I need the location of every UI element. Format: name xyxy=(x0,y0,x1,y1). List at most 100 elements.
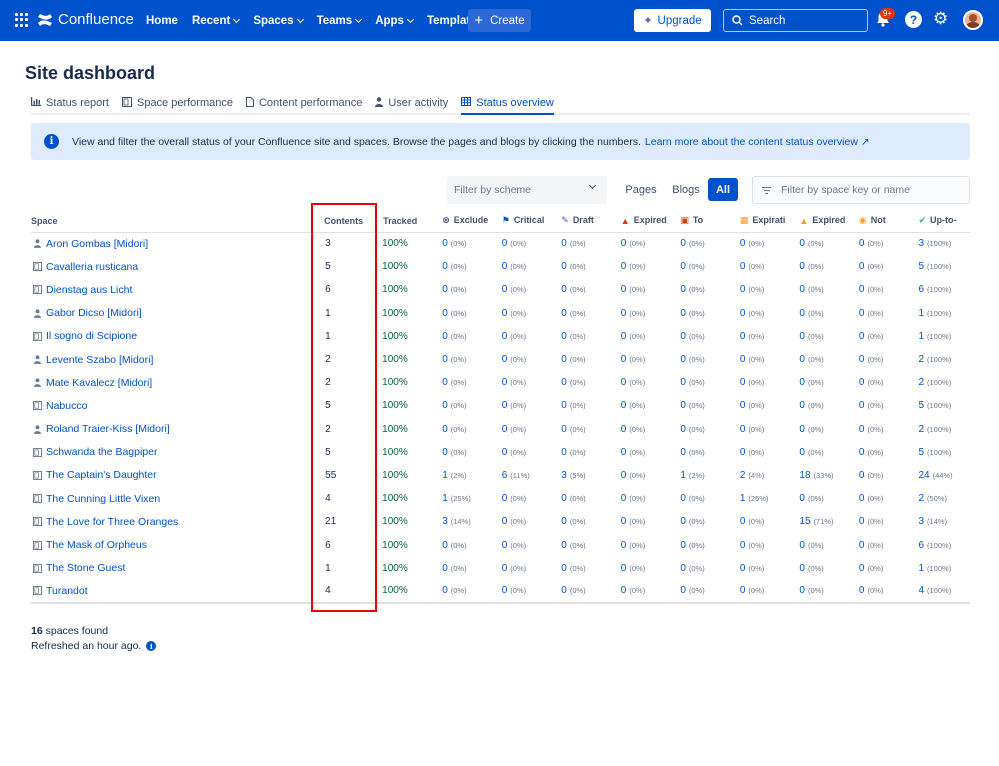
status-count-link[interactable]: 0 xyxy=(859,331,865,342)
status-count-link[interactable]: 2 xyxy=(918,424,924,435)
status-count-link[interactable]: 0 xyxy=(442,308,448,319)
status-count-link[interactable]: 0 xyxy=(859,284,865,295)
space-link[interactable]: Levente Szabo [Midori] xyxy=(46,354,153,366)
status-count-link[interactable]: 0 xyxy=(561,493,567,504)
status-count-link[interactable]: 0 xyxy=(680,540,686,551)
status-count-link[interactable]: 0 xyxy=(740,563,746,574)
status-count-link[interactable]: 0 xyxy=(561,585,567,596)
status-count-link[interactable]: 0 xyxy=(561,331,567,342)
status-count-link[interactable]: 0 xyxy=(442,331,448,342)
status-count-link[interactable]: 6 xyxy=(918,284,924,295)
column-header-status-0[interactable]: ⊗ Exclude xyxy=(442,210,502,233)
status-count-link[interactable]: 0 xyxy=(561,354,567,365)
space-link[interactable]: The Stone Guest xyxy=(46,562,125,574)
status-count-link[interactable]: 3 xyxy=(442,516,448,527)
status-count-link[interactable]: 0 xyxy=(502,377,508,388)
status-count-link[interactable]: 3 xyxy=(918,516,924,527)
status-count-link[interactable]: 0 xyxy=(859,585,865,596)
tab-status-report[interactable]: Status report xyxy=(31,92,109,115)
status-count-link[interactable]: 3 xyxy=(918,238,924,249)
search-input[interactable]: Search xyxy=(723,9,868,32)
status-count-link[interactable]: 0 xyxy=(740,400,746,411)
status-count-link[interactable]: 0 xyxy=(740,308,746,319)
status-count-link[interactable]: 0 xyxy=(621,493,627,504)
status-count-link[interactable]: 0 xyxy=(502,493,508,504)
type-blogs-button[interactable]: Blogs xyxy=(667,178,705,201)
create-button[interactable]: + Create xyxy=(468,9,531,32)
status-count-link[interactable]: 0 xyxy=(561,540,567,551)
status-count-link[interactable]: 0 xyxy=(799,563,805,574)
space-link[interactable]: Mate Kavalecz [Midori] xyxy=(46,377,152,389)
status-count-link[interactable]: 0 xyxy=(502,308,508,319)
status-count-link[interactable]: 0 xyxy=(621,354,627,365)
status-count-link[interactable]: 3 xyxy=(561,470,567,481)
status-count-link[interactable]: 0 xyxy=(799,308,805,319)
status-count-link[interactable]: 0 xyxy=(561,308,567,319)
status-count-link[interactable]: 0 xyxy=(680,284,686,295)
status-count-link[interactable]: 0 xyxy=(621,261,627,272)
column-header-tracked[interactable]: Tracked xyxy=(379,210,443,233)
status-count-link[interactable]: 4 xyxy=(918,585,924,596)
settings-gear-icon[interactable]: ⚙ xyxy=(933,10,948,27)
status-count-link[interactable]: 1 xyxy=(918,331,924,342)
status-count-link[interactable]: 0 xyxy=(561,400,567,411)
space-link[interactable]: Aron Gombas [Midori] xyxy=(46,238,148,250)
status-count-link[interactable]: 0 xyxy=(561,447,567,458)
status-count-link[interactable]: 0 xyxy=(680,400,686,411)
column-header-status-6[interactable]: ▲ Expired xyxy=(799,210,859,233)
filter-by-space-input[interactable]: Filter by space key or name xyxy=(752,176,970,204)
status-count-link[interactable]: 0 xyxy=(442,563,448,574)
status-count-link[interactable]: 0 xyxy=(502,516,508,527)
status-count-link[interactable]: 0 xyxy=(680,424,686,435)
status-count-link[interactable]: 0 xyxy=(502,284,508,295)
status-count-link[interactable]: 0 xyxy=(799,284,805,295)
status-count-link[interactable]: 0 xyxy=(621,331,627,342)
status-count-link[interactable]: 0 xyxy=(859,354,865,365)
space-link[interactable]: Roland Traier-Kiss [Midori] xyxy=(46,423,170,435)
upgrade-button[interactable]: ✦ Upgrade xyxy=(634,9,711,32)
space-link[interactable]: Cavalleria rusticana xyxy=(46,261,138,273)
status-count-link[interactable]: 0 xyxy=(442,585,448,596)
space-link[interactable]: The Cunning Little Vixen xyxy=(46,493,160,505)
column-header-status-2[interactable]: ✎ Draft xyxy=(561,210,621,233)
status-count-link[interactable]: 0 xyxy=(442,447,448,458)
status-count-link[interactable]: 5 xyxy=(918,261,924,272)
status-count-link[interactable]: 0 xyxy=(442,261,448,272)
status-count-link[interactable]: 0 xyxy=(859,261,865,272)
status-count-link[interactable]: 5 xyxy=(918,400,924,411)
status-count-link[interactable]: 0 xyxy=(442,354,448,365)
status-count-link[interactable]: 0 xyxy=(799,331,805,342)
info-icon[interactable]: i xyxy=(146,641,157,651)
tab-space-performance[interactable]: Space performance xyxy=(121,92,233,115)
confluence-logo[interactable]: Confluence xyxy=(37,11,134,28)
app-switcher-icon[interactable] xyxy=(15,13,29,27)
status-count-link[interactable]: 6 xyxy=(918,540,924,551)
status-count-link[interactable]: 2 xyxy=(918,354,924,365)
column-header-status-3[interactable]: ▲ Expired xyxy=(620,210,681,233)
status-count-link[interactable]: 0 xyxy=(680,238,686,249)
status-count-link[interactable]: 0 xyxy=(859,540,865,551)
status-count-link[interactable]: 0 xyxy=(621,540,627,551)
status-count-link[interactable]: 6 xyxy=(502,470,508,481)
space-link[interactable]: Il sogno di Scipione xyxy=(46,330,137,342)
help-icon[interactable]: ? xyxy=(905,11,922,28)
status-count-link[interactable]: 0 xyxy=(502,261,508,272)
status-count-link[interactable]: 0 xyxy=(621,470,627,481)
status-count-link[interactable]: 0 xyxy=(859,238,865,249)
status-count-link[interactable]: 0 xyxy=(561,424,567,435)
tab-user-activity[interactable]: User activity xyxy=(375,92,448,115)
status-count-link[interactable]: 0 xyxy=(621,424,627,435)
status-count-link[interactable]: 0 xyxy=(502,447,508,458)
space-link[interactable]: Turandot xyxy=(46,585,88,597)
status-count-link[interactable]: 0 xyxy=(740,331,746,342)
status-count-link[interactable]: 0 xyxy=(502,238,508,249)
space-link[interactable]: Dienstag aus Licht xyxy=(46,284,132,296)
status-count-link[interactable]: 0 xyxy=(859,424,865,435)
status-count-link[interactable]: 0 xyxy=(502,540,508,551)
space-link[interactable]: The Love for Three Oranges xyxy=(46,516,178,528)
status-count-link[interactable]: 0 xyxy=(680,447,686,458)
status-count-link[interactable]: 0 xyxy=(859,493,865,504)
status-count-link[interactable]: 0 xyxy=(502,331,508,342)
nav-item-home[interactable]: Home xyxy=(146,15,178,27)
status-count-link[interactable]: 0 xyxy=(442,540,448,551)
